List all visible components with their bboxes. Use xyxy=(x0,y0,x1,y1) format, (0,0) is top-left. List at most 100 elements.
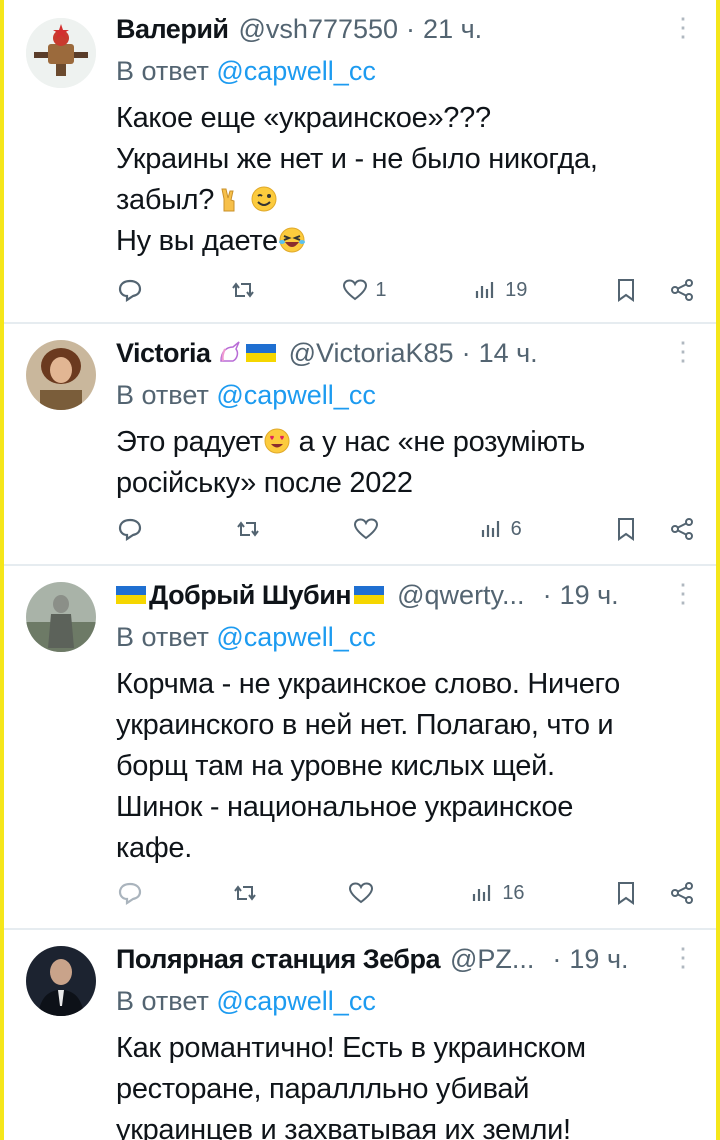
winking-face-emoji-icon xyxy=(251,186,277,212)
reply-button[interactable] xyxy=(116,515,144,543)
avatar[interactable] xyxy=(26,582,96,652)
views-icon xyxy=(481,521,499,537)
timestamp[interactable]: 21 ч. xyxy=(423,14,482,45)
share-icon[interactable] xyxy=(668,276,696,304)
like-icon xyxy=(343,279,368,301)
bookmark-icon xyxy=(618,279,634,302)
retweet-button[interactable] xyxy=(229,276,257,304)
tweet-text: Корчма - не украинское слово. Ничего укр… xyxy=(116,664,696,869)
action-bar: 16 xyxy=(116,878,696,908)
reply-target-link[interactable]: @capwell_cc xyxy=(216,622,375,652)
tweet-line: Ну вы даете xyxy=(116,225,278,257)
reply-context: В ответ @capwell_cc xyxy=(116,982,696,1020)
author-name[interactable]: Добрый Шубин xyxy=(149,580,352,611)
bookmark-button[interactable] xyxy=(612,879,696,907)
tweet[interactable]: Добрый Шубин @qwerty... · 19 ч. ⋮ В отве… xyxy=(4,566,716,930)
avatar[interactable] xyxy=(26,946,96,1016)
reply-button[interactable] xyxy=(116,879,144,907)
tweet-line: ресторане, параллльно убивай xyxy=(116,1073,530,1105)
tweet-text: Как романтично! Есть в украинском рестор… xyxy=(116,1028,696,1140)
retweet-icon xyxy=(231,282,254,298)
reply-icon xyxy=(118,882,142,906)
ukraine-flag-icon xyxy=(354,586,385,604)
tweet-line: кафе. xyxy=(116,832,192,864)
like-icon xyxy=(354,518,379,540)
reply-context: В ответ @capwell_cc xyxy=(116,52,696,90)
tweet-line: Какое еще «украинское»??? xyxy=(116,102,491,134)
more-icon[interactable]: ⋮ xyxy=(670,14,696,40)
ukraine-flag-icon xyxy=(245,344,276,362)
reply-target-link[interactable]: @capwell_cc xyxy=(216,56,375,86)
reply-target-link[interactable]: @capwell_cc xyxy=(216,380,375,410)
like-icon xyxy=(348,882,373,904)
views-button[interactable]: 6 xyxy=(477,515,522,543)
more-icon[interactable]: ⋮ xyxy=(670,580,696,606)
tweet-line: Украины же нет и - не было никогда, xyxy=(116,143,598,175)
like-button[interactable] xyxy=(352,515,386,543)
retweet-button[interactable] xyxy=(234,515,262,543)
avatar[interactable] xyxy=(26,340,96,410)
tweet-line: Шинок - национальное украинское xyxy=(116,791,574,823)
tweet[interactable]: Полярная станция Зебра @PZ... · 19 ч. ⋮ … xyxy=(4,930,716,1140)
separator-dot: · xyxy=(542,579,552,610)
tweet-line: Как романтично! Есть в украинском xyxy=(116,1032,586,1064)
tweet-line: а у нас «не розуміють xyxy=(298,426,586,458)
bookmark-button[interactable] xyxy=(612,515,696,543)
like-button[interactable]: 1 xyxy=(341,276,386,304)
tweet-line: украинцев и захватывая их земли! xyxy=(116,1114,571,1140)
crossed-fingers-emoji-icon xyxy=(221,188,235,212)
tweet-line: украинского в ней нет. Полагаю, что и xyxy=(116,709,614,741)
avatar[interactable] xyxy=(26,18,96,88)
reply-prefix: В ответ xyxy=(116,986,209,1016)
author-handle[interactable]: @VictoriaK85 xyxy=(289,338,454,369)
reply-target-link[interactable]: @capwell_cc xyxy=(216,986,375,1016)
ukraine-flag-icon xyxy=(116,586,146,604)
more-icon[interactable]: ⋮ xyxy=(670,944,696,970)
author-handle[interactable]: @PZ... xyxy=(450,944,534,975)
retweet-icon xyxy=(234,885,257,901)
like-count: 1 xyxy=(375,278,387,301)
reply-prefix: В ответ xyxy=(116,622,209,652)
heart-eyes-emoji-icon xyxy=(264,428,290,454)
timestamp[interactable]: 14 ч. xyxy=(479,338,538,369)
tweet[interactable]: Victoria @VictoriaK85 · 14 ч. ⋮ В ответ … xyxy=(4,324,716,566)
separator-dot: · xyxy=(406,13,416,44)
author-handle[interactable]: @vsh777550 xyxy=(239,14,399,45)
unicorn-emoji-icon xyxy=(219,341,240,362)
reply-button[interactable] xyxy=(116,276,144,304)
retweet-icon xyxy=(237,521,260,537)
retweet-button[interactable] xyxy=(231,879,259,907)
author-name[interactable]: Полярная станция Зебра xyxy=(116,944,440,975)
share-icon[interactable] xyxy=(668,515,696,543)
views-button[interactable]: 19 xyxy=(471,276,527,304)
tweet-line: Корчма - не украинское слово. Ничего xyxy=(116,668,620,700)
bookmark-button[interactable] xyxy=(612,276,696,304)
author-name[interactable]: Victoria xyxy=(116,338,211,369)
tweet-line: російську» после 2022 xyxy=(116,467,413,499)
share-icon[interactable] xyxy=(668,879,696,907)
tweet[interactable]: Валерий @vsh777550 · 21 ч. ⋮ В ответ @ca… xyxy=(4,0,716,324)
tweet-line: забыл? xyxy=(116,184,215,216)
like-button[interactable] xyxy=(347,879,381,907)
reply-context: В ответ @capwell_cc xyxy=(116,618,696,656)
views-icon xyxy=(473,885,491,901)
reply-icon xyxy=(118,279,142,303)
views-count: 19 xyxy=(505,278,528,301)
more-icon[interactable]: ⋮ xyxy=(670,338,696,364)
tweet-header: Полярная станция Зебра @PZ... · 19 ч. xyxy=(116,940,696,978)
tweet-line: борщ там на уровне кислых щей. xyxy=(116,750,555,782)
action-bar: 6 xyxy=(116,514,696,544)
reply-prefix: В ответ xyxy=(116,56,209,86)
bookmark-icon xyxy=(618,882,634,905)
timestamp[interactable]: 19 ч. xyxy=(560,580,619,611)
author-name[interactable]: Валерий xyxy=(116,14,229,45)
tweet-text: Какое еще «украинское»??? Украины же нет… xyxy=(116,98,696,262)
views-count: 6 xyxy=(510,517,522,540)
reply-icon xyxy=(118,518,142,542)
tweet-feed: Валерий @vsh777550 · 21 ч. ⋮ В ответ @ca… xyxy=(4,0,716,1140)
separator-dot: · xyxy=(552,943,562,974)
views-button[interactable]: 16 xyxy=(468,879,525,907)
action-bar: 1 19 xyxy=(116,275,696,305)
timestamp[interactable]: 19 ч. xyxy=(569,944,628,975)
author-handle[interactable]: @qwerty... xyxy=(397,580,524,611)
